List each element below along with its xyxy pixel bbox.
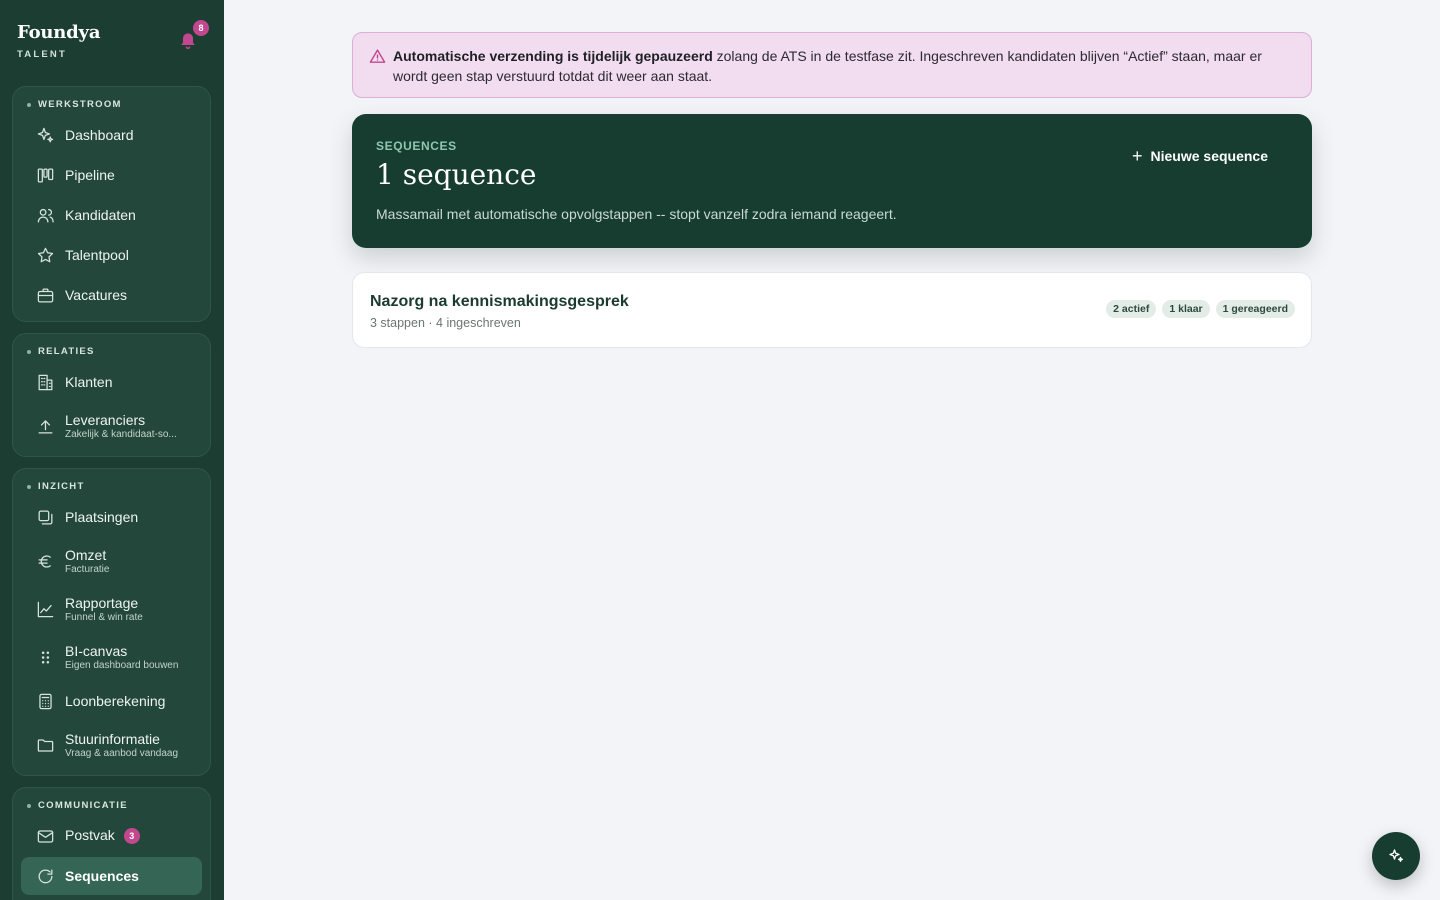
section-eyebrow: SEQUENCES [376, 139, 457, 153]
sidebar-item-label: Omzet [65, 547, 107, 563]
sidebar-item-label: Loonberekening [65, 693, 166, 709]
sidebar-item-label: Plaatsingen [65, 509, 139, 525]
brand[interactable]: Foundya TALENT [17, 22, 100, 60]
sidebar-item-label: Stuurinformatie [65, 731, 160, 747]
sidebar-item-sublabel: Funnel & win rate [65, 612, 143, 623]
group-title: RELATIES [27, 346, 95, 357]
sidebar-item-omzet[interactable]: Omzet Facturatie [21, 540, 202, 582]
sidebar-item-leveranciers[interactable]: Leveranciers Zakelijk & kandidaat-so... [21, 405, 202, 447]
sidebar-item-stuurinformatie[interactable]: Stuurinformatie Vraag & aanbod vandaag [21, 724, 202, 766]
sidebar-item-label: Kandidaten [65, 207, 136, 223]
building-icon [35, 372, 55, 392]
sidebar-item-klanten[interactable]: Klanten [21, 363, 202, 401]
group-title: COMMUNICATIE [27, 800, 128, 811]
euro-icon [35, 551, 55, 571]
page-description: Massamail met automatische opvolgstappen… [376, 206, 897, 222]
sidebar-item-sequences[interactable]: Sequences [21, 857, 202, 895]
sidebar-item-label: Postvak [65, 827, 115, 843]
sidebar-item-pipeline[interactable]: Pipeline [21, 156, 202, 194]
sidebar-item-sublabel: Eigen dashboard bouwen [65, 660, 179, 671]
copy-icon [35, 507, 55, 527]
sparkles-icon [1389, 849, 1404, 862]
unread-badge: 3 [123, 827, 140, 844]
sequence-card[interactable]: Nazorg na kennismakingsgesprek 3 stappen… [352, 272, 1312, 348]
folder-icon [35, 735, 55, 755]
sidebar-item-loonberekening[interactable]: Loonberekening [21, 682, 202, 720]
sidebar-item-plaatsingen[interactable]: Plaatsingen [21, 498, 202, 536]
sidebar-item-label: Klanten [65, 374, 113, 390]
plus-icon: + [1132, 146, 1143, 166]
line-chart-icon [35, 599, 55, 619]
sidebar-item-bi-canvas[interactable]: BI-canvas Eigen dashboard bouwen [21, 636, 202, 678]
sidebar-item-sublabel: Vraag & aanbod vandaag [65, 748, 179, 759]
sidebar-item-kandidaten[interactable]: Kandidaten [21, 196, 202, 234]
nav-group-communicatie: COMMUNICATIE Postvak 3 Sequences [12, 787, 211, 900]
grip-icon [35, 647, 55, 667]
sequence-title: Nazorg na kennismakingsgesprek [370, 293, 629, 310]
sidebar: Foundya TALENT 8 WERKSTROOM Dashboard Pi… [0, 0, 224, 900]
users-icon [35, 205, 55, 225]
sidebar-item-label: Talentpool [65, 247, 129, 263]
sidebar-item-label: Vacatures [65, 287, 127, 303]
ai-assistant-button[interactable] [1372, 832, 1420, 880]
kanban-icon [35, 165, 55, 185]
status-badge-gereageerd: 1 gereageerd [1215, 300, 1295, 318]
refresh-icon [35, 866, 55, 886]
sidebar-item-label: Dashboard [65, 127, 134, 143]
upload-icon [35, 416, 55, 436]
mail-icon [35, 826, 55, 846]
new-sequence-button[interactable]: + Nieuwe sequence [1132, 146, 1268, 166]
sparkles-icon [35, 125, 55, 145]
sequences-header: SEQUENCES 1 sequence Massamail met autom… [352, 114, 1312, 248]
sidebar-item-dashboard[interactable]: Dashboard [21, 116, 202, 154]
sidebar-item-sublabel: Facturatie [65, 564, 110, 575]
sequence-meta: 3 stappen · 4 ingeschreven [370, 316, 521, 330]
briefcase-icon [35, 285, 55, 305]
new-sequence-label: Nieuwe sequence [1150, 148, 1269, 164]
calculator-icon [35, 691, 55, 711]
status-badge-klaar: 1 klaar [1162, 300, 1210, 318]
nav-group-inzicht: INZICHT Plaatsingen Omzet Facturatie Rap… [12, 468, 211, 776]
sidebar-item-vacatures[interactable]: Vacatures [21, 276, 202, 314]
sidebar-item-label: BI-canvas [65, 643, 128, 659]
group-title: WERKSTROOM [27, 99, 122, 110]
sidebar-item-label: Pipeline [65, 167, 115, 183]
star-icon [35, 245, 55, 265]
warning-icon [369, 49, 386, 63]
sequence-status-tags: 2 actief 1 klaar 1 gereageerd [1106, 300, 1295, 318]
notification-badge: 8 [193, 20, 209, 36]
paused-alert: Automatische verzending is tijdelijk gep… [352, 32, 1312, 98]
nav-group-relaties: RELATIES Klanten Leveranciers Zakelijk &… [12, 333, 211, 457]
page-title: 1 sequence [376, 158, 537, 191]
sidebar-item-label: Rapportage [65, 595, 139, 611]
alert-title: Automatische verzending is tijdelijk gep… [393, 48, 713, 64]
brand-subtitle: TALENT [17, 49, 67, 60]
status-badge-actief: 2 actief [1106, 300, 1157, 318]
sidebar-item-postvak[interactable]: Postvak 3 [21, 817, 202, 855]
sidebar-item-label: Sequences [65, 868, 139, 884]
group-title: INZICHT [27, 481, 85, 492]
nav-group-werkstroom: WERKSTROOM Dashboard Pipeline Kandidaten… [12, 86, 211, 322]
sidebar-item-label: Leveranciers [65, 412, 146, 428]
sidebar-item-talentpool[interactable]: Talentpool [21, 236, 202, 274]
sidebar-item-sublabel: Zakelijk & kandidaat-so... [65, 429, 177, 440]
sidebar-item-rapportage[interactable]: Rapportage Funnel & win rate [21, 588, 202, 630]
brand-name: Foundya [17, 22, 101, 43]
